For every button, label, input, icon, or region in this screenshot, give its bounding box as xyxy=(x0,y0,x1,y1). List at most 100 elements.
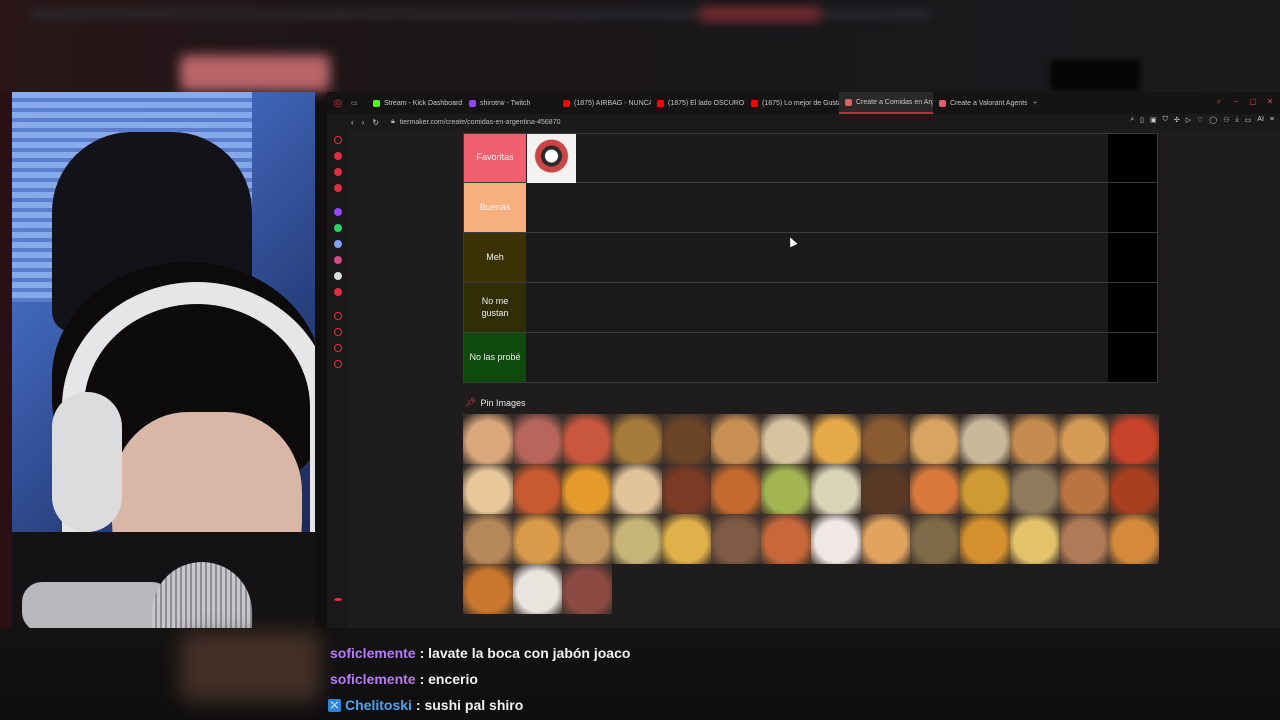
player-icon[interactable]: ▷ xyxy=(1186,116,1191,124)
sidebar-whatsapp-icon[interactable] xyxy=(334,224,342,232)
food-image[interactable] xyxy=(860,464,911,514)
snapshot-icon[interactable]: ▣ xyxy=(1150,116,1157,124)
food-image[interactable] xyxy=(910,414,960,464)
browser-tab[interactable]: Create a Comidas en Arg xyxy=(839,92,933,114)
food-image[interactable] xyxy=(810,414,861,464)
sidebar-discord-icon[interactable] xyxy=(334,240,342,248)
sidebar-home-icon[interactable] xyxy=(334,136,342,144)
sidebar-heart-icon[interactable] xyxy=(334,168,342,176)
tier-row[interactable]: Favoritas xyxy=(463,133,1158,183)
tier-item-image[interactable] xyxy=(527,134,576,183)
food-image[interactable] xyxy=(959,464,1010,514)
heart-icon[interactable]: ♡ xyxy=(1197,116,1203,124)
food-image[interactable] xyxy=(1059,414,1109,464)
tier-label[interactable]: Meh xyxy=(464,233,526,282)
tier-label[interactable]: No las probé xyxy=(464,333,526,382)
tier-row[interactable]: No me gustan xyxy=(463,283,1158,333)
maximize-icon[interactable]: ▢ xyxy=(1249,97,1257,107)
browser-tab[interactable]: (1875) AIRBAG - NUNCA xyxy=(557,92,651,114)
wallet-icon[interactable]: ▭ xyxy=(1245,116,1252,124)
new-tab-icon[interactable]: + xyxy=(1027,92,1043,114)
browser-tab[interactable]: (1875) El lado OSCURO d xyxy=(651,92,745,114)
download-icon[interactable]: ⤓ xyxy=(1236,116,1239,124)
food-image[interactable] xyxy=(612,414,662,464)
food-image[interactable] xyxy=(562,464,613,514)
food-image[interactable] xyxy=(512,514,563,564)
tab-menu-icon[interactable]: ▭ xyxy=(345,92,367,114)
shield-icon[interactable]: ⛉ xyxy=(1163,116,1168,124)
food-image[interactable] xyxy=(463,564,513,614)
tier-row[interactable]: Buenas xyxy=(463,183,1158,233)
url-field[interactable]: tiermaker.com/create/comidas-en-argentin… xyxy=(400,119,561,126)
food-image[interactable] xyxy=(1009,414,1060,464)
sidebar-history-icon[interactable] xyxy=(334,328,342,336)
food-image[interactable] xyxy=(711,414,762,464)
food-image[interactable] xyxy=(562,514,613,564)
forward-icon[interactable]: › xyxy=(362,118,365,127)
ai-button[interactable]: AI xyxy=(1257,116,1264,124)
food-image[interactable] xyxy=(1108,464,1159,514)
food-image[interactable] xyxy=(512,564,563,614)
food-image[interactable] xyxy=(1009,514,1060,564)
food-image[interactable] xyxy=(612,514,662,564)
tier-row[interactable]: Meh xyxy=(463,233,1158,283)
food-image[interactable] xyxy=(910,464,960,514)
food-image[interactable] xyxy=(463,514,513,564)
food-image[interactable] xyxy=(761,514,811,564)
food-image[interactable] xyxy=(711,464,762,514)
food-image[interactable] xyxy=(1059,514,1109,564)
food-image[interactable] xyxy=(860,414,911,464)
tier-settings-area[interactable] xyxy=(1108,134,1157,182)
food-image[interactable] xyxy=(761,464,811,514)
food-image[interactable] xyxy=(512,464,563,514)
food-image[interactable] xyxy=(463,414,513,464)
sidebar-more-icon[interactable] xyxy=(334,598,342,601)
food-image[interactable] xyxy=(661,414,712,464)
sidebar-player-icon[interactable] xyxy=(334,312,342,320)
menu-icon[interactable]: ≡ xyxy=(1270,116,1274,124)
food-image[interactable] xyxy=(959,514,1010,564)
tier-settings-area[interactable] xyxy=(1108,283,1157,332)
tier-settings-area[interactable] xyxy=(1108,233,1157,282)
food-image[interactable] xyxy=(860,514,911,564)
tier-row[interactable]: No las probé xyxy=(463,333,1158,383)
opera-icon[interactable]: ◎ xyxy=(331,92,345,114)
food-image[interactable] xyxy=(810,514,861,564)
sidebar-music-icon[interactable] xyxy=(334,288,342,296)
sidebar-instagram-icon[interactable] xyxy=(334,256,342,264)
zoom-icon[interactable]: ⌕ xyxy=(1130,116,1134,124)
food-image[interactable] xyxy=(959,414,1010,464)
sidebar-extensions-icon[interactable] xyxy=(334,344,342,352)
food-image[interactable] xyxy=(711,514,762,564)
food-image[interactable] xyxy=(612,464,662,514)
food-image[interactable] xyxy=(1009,464,1060,514)
bookmark-icon[interactable]: ▯ xyxy=(1140,116,1144,124)
search-tabs-icon[interactable]: ⌕ xyxy=(1215,97,1223,107)
food-image[interactable] xyxy=(661,514,712,564)
food-image[interactable] xyxy=(910,514,960,564)
sidebar-settings-icon[interactable] xyxy=(334,360,342,368)
food-image[interactable] xyxy=(562,564,613,614)
sidebar-messenger-icon[interactable] xyxy=(334,184,342,192)
tier-settings-area[interactable] xyxy=(1108,183,1157,232)
reload-icon[interactable]: ↻ xyxy=(372,118,379,127)
chat-icon[interactable]: ◯ xyxy=(1209,116,1217,124)
extensions-icon[interactable]: ✣ xyxy=(1174,116,1180,124)
back-icon[interactable]: ‹ xyxy=(351,118,354,127)
food-image[interactable] xyxy=(1108,514,1159,564)
food-image[interactable] xyxy=(463,464,513,514)
browser-tab[interactable]: Stream - Kick Dashboard xyxy=(367,92,463,114)
food-image[interactable] xyxy=(562,414,613,464)
browser-tab[interactable]: (1875) Lo mejor de Gusta xyxy=(745,92,839,114)
tier-label[interactable]: Buenas xyxy=(464,183,526,232)
close-icon[interactable]: ✕ xyxy=(1266,97,1274,107)
sidebar-tiktok-icon[interactable] xyxy=(334,272,342,280)
tier-settings-area[interactable] xyxy=(1108,333,1157,382)
food-image[interactable] xyxy=(512,414,563,464)
tier-label[interactable]: No me gustan xyxy=(464,283,526,332)
food-image[interactable] xyxy=(761,414,811,464)
minimize-icon[interactable]: – xyxy=(1232,97,1240,107)
food-image[interactable] xyxy=(810,464,861,514)
browser-tab[interactable]: shirotrw - Twitch xyxy=(463,92,557,114)
sidebar-bag-icon[interactable] xyxy=(334,152,342,160)
